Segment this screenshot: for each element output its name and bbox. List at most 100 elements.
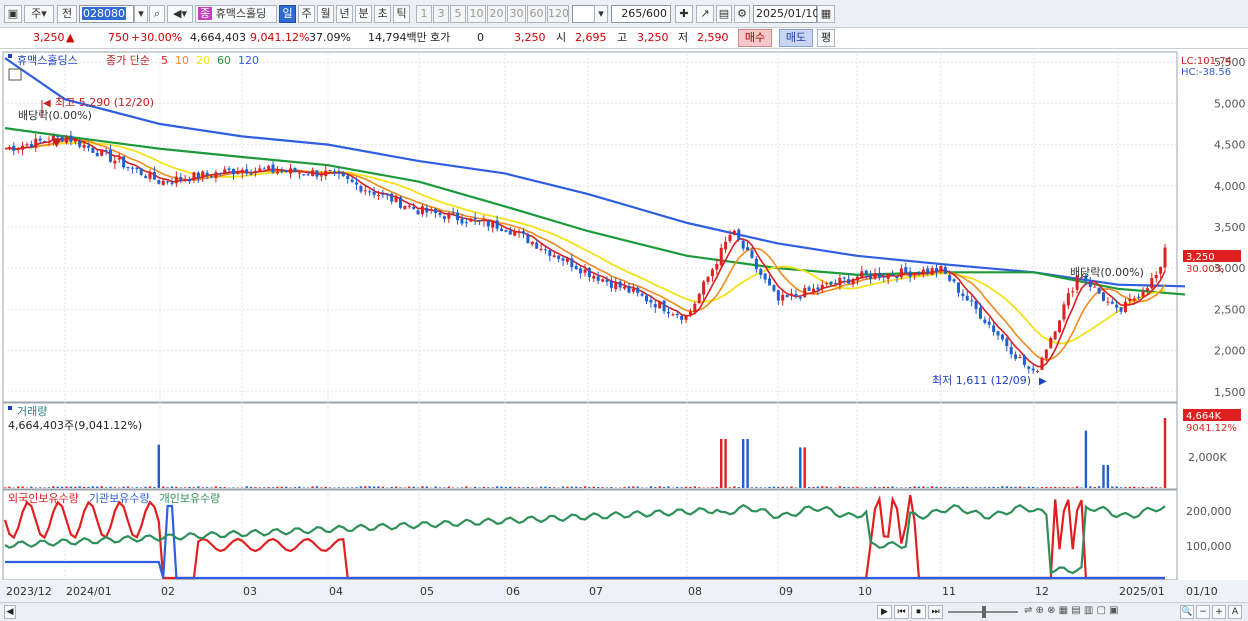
nav-button-0[interactable]: ▶ [877,605,892,619]
candle-body [978,307,982,319]
code-dropdown-icon[interactable]: ▾ [134,5,148,23]
stock-name: 휴맥스홀딩 [215,7,267,20]
volume-bar [913,486,916,488]
nav-button-2[interactable]: ⏹ [911,605,926,619]
tool-icons[interactable]: ⇌ ⊕ ⊗ ▦ ▤ ▥ ▢ ▣ [1024,605,1119,616]
low-label: 저 [678,31,689,44]
tab-0[interactable]: 일 [279,5,296,23]
candle-body [645,295,649,302]
volume-bar [350,487,354,488]
buy-button[interactable]: 매수 [738,29,772,47]
zoom-button-3[interactable]: A [1228,605,1242,619]
crosshair-icon[interactable]: ✚ [675,5,693,23]
interval-5[interactable]: 30 [507,5,526,23]
interval-4[interactable]: 20 [487,5,506,23]
prev-button[interactable]: 전 [57,5,77,23]
zoom-button-0[interactable]: 🔍 [1180,605,1194,619]
candle-body [513,231,517,236]
volume-bar [979,487,982,488]
draw-tools-icon[interactable]: ↗ [696,5,714,23]
date-input[interactable]: 2025/01/10 [753,5,819,23]
tab-4[interactable]: 분 [355,5,372,23]
volume-bar [803,447,806,488]
tab-5[interactable]: 초 [374,5,391,23]
volume-bar [785,487,789,488]
scroll-left-icon[interactable]: ◀ [4,605,16,619]
x-tick-label: 08 [688,585,702,598]
candle-body [284,170,288,173]
interval-2[interactable]: 5 [450,5,466,23]
interval-6[interactable]: 60 [527,5,546,23]
volume-bar [144,486,147,488]
candle-body [860,271,864,279]
candle-body [552,255,556,258]
candle-body [724,241,728,250]
volume-bar [1045,486,1048,488]
sound-icon[interactable]: ◀▾ [167,5,193,23]
volume-bar [904,487,907,488]
volume-bar [258,487,262,488]
tab-3[interactable]: 년 [336,5,353,23]
tab-1[interactable]: 주 [298,5,315,23]
zoom-slider-handle[interactable] [982,606,986,618]
ma-legend-item: 20 [196,54,210,67]
x-tick-label: 09 [779,585,793,598]
candle-body [350,179,354,182]
volume-bar [267,487,270,488]
volume-bar [104,487,108,488]
chart-menu-icon[interactable]: ▣ [4,5,22,23]
interval-dropdown-icon[interactable]: ▾ [594,5,608,23]
volume-bar [873,486,877,488]
interval-7[interactable]: 120 [547,5,569,23]
volume-bar [166,487,169,488]
stock-code-input[interactable]: 028080 [79,5,134,23]
candle-body [671,314,675,316]
search-icon[interactable]: ⌕ [149,5,165,23]
interval-1[interactable]: 3 [433,5,449,23]
period-select[interactable]: 주▾ [24,5,54,23]
volume-bar [1010,486,1013,488]
candle-body [908,271,912,277]
volume-bar [636,486,639,488]
sell-button[interactable]: 매도 [779,29,813,47]
candle-body [280,170,284,172]
interval-0[interactable]: 1 [416,5,432,23]
volume-bar [847,487,850,488]
volume-bar [865,487,868,488]
candle-body [174,176,178,184]
candle-body [420,206,424,214]
candle-body [139,168,143,175]
quote-bar: 3,250 ▲ 750 +30.00% 4,664,403 9,041.12% … [0,28,1248,49]
nav-button-3[interactable]: ⏭ [928,605,943,619]
volume-bar [192,487,196,488]
candle-body [363,190,367,192]
volume-bar [851,487,855,488]
tab-6[interactable]: 틱 [393,5,410,23]
settings-icon[interactable]: ⚙ [734,5,750,23]
candle-body [346,175,350,180]
candle-body [961,293,965,297]
volume-bar [917,486,921,488]
count-field[interactable]: 265/600 [611,5,671,23]
calendar-icon[interactable]: ▦ [817,5,835,23]
stock-name-field[interactable]: 종 휴맥스홀딩 [195,5,277,23]
legend-ma-label: 종가 단순 [106,54,150,67]
volume-bar [807,487,811,488]
volume-bar [205,487,209,488]
save-icon[interactable]: ▤ [716,5,732,23]
interval-3[interactable]: 10 [467,5,486,23]
chart-area[interactable]: 5,500 5,000 4,500 4,000 3,500 3,000 2,500 2,000… [0,50,1248,602]
volume-bar [100,486,103,488]
panel-settings-icon[interactable] [8,68,22,81]
nav-button-1[interactable]: ⏮ [894,605,909,619]
tab-2[interactable]: 월 [317,5,334,23]
zoom-button-2[interactable]: + [1212,605,1226,619]
volume-bar [781,486,784,488]
candle-body [693,303,697,313]
avg-button[interactable]: 평 [817,29,835,47]
volume-bar [201,487,204,488]
candle-body [82,144,86,148]
candle-body [530,241,534,245]
zoom-button-1[interactable]: − [1196,605,1210,619]
stock-chart[interactable]: 5,5005,0004,5004,0003,5003,0002,5002,000… [0,50,1248,602]
